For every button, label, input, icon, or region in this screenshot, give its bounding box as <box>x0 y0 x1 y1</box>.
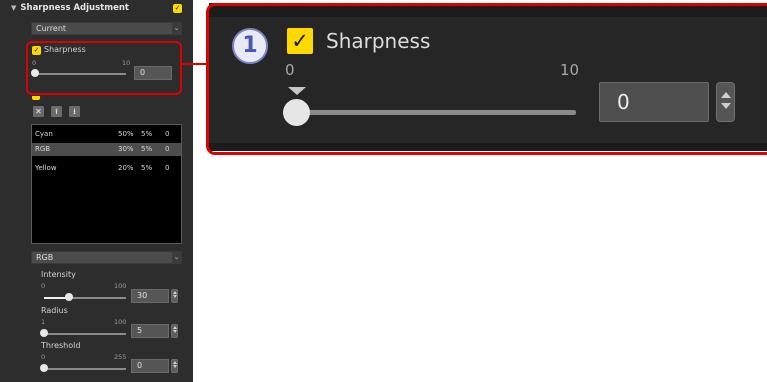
threshold-min-label: 0 <box>41 353 46 361</box>
row-intensity: 20% <box>118 164 134 172</box>
intensity-slider-knob[interactable] <box>65 293 73 301</box>
checkmark-icon: ✓ <box>174 4 181 12</box>
radius-slider-track[interactable] <box>44 333 126 335</box>
threshold-slider-knob[interactable] <box>40 364 48 372</box>
intensity-min-label: 0 <box>41 282 46 290</box>
sharpness-callout-box <box>26 41 182 95</box>
table-row[interactable]: Yellow 20% 5% 0 <box>32 162 181 175</box>
row-color-name: Cyan <box>35 130 53 138</box>
caret-down-icon[interactable] <box>172 330 177 333</box>
collapsed-checkbox[interactable] <box>32 96 40 100</box>
row-intensity: 30% <box>118 145 134 153</box>
move-up-icon[interactable]: ⭱ <box>51 106 62 117</box>
table-row[interactable]: Cyan 50% 5% 0 <box>32 128 181 141</box>
table-row-selected[interactable]: RGB 30% 5% 0 <box>32 143 181 156</box>
row-intensity: 50% <box>118 130 134 138</box>
color-point-table[interactable]: Cyan 50% 5% 0 RGB 30% 5% 0 Yellow 20% 5%… <box>31 124 182 244</box>
channel-dropdown[interactable]: RGB ⌄ <box>31 251 182 264</box>
intensity-max-label: 100 <box>114 282 127 290</box>
threshold-value-field[interactable]: 0 <box>131 359 169 373</box>
row-radius: 5% <box>141 145 153 153</box>
intensity-label: Intensity <box>41 270 76 279</box>
threshold-slider-track[interactable] <box>44 368 126 370</box>
caret-down-icon[interactable] <box>172 365 177 368</box>
threshold-max-label: 255 <box>114 353 127 361</box>
callout-connector <box>182 63 209 65</box>
radius-value-field[interactable]: 5 <box>131 324 169 338</box>
channel-dropdown-value: RGB <box>36 253 54 262</box>
intensity-spinner[interactable] <box>171 289 178 303</box>
caret-up-icon[interactable] <box>172 326 177 329</box>
radius-slider-knob[interactable] <box>40 329 48 337</box>
threshold-spinner[interactable] <box>171 359 178 373</box>
panel-title: Sharpness Adjustment <box>20 3 129 13</box>
panel-enable-checkbox[interactable]: ✓ <box>173 4 182 13</box>
chevron-down-icon[interactable]: ⌄ <box>172 23 181 34</box>
chevron-down-icon[interactable]: ⌄ <box>172 252 181 263</box>
delete-point-icon[interactable]: ✕ <box>33 106 44 117</box>
move-down-icon[interactable]: ⭳ <box>69 106 80 117</box>
intensity-value-field[interactable]: 30 <box>131 289 169 303</box>
triangle-down-icon[interactable]: ▼ <box>11 4 16 12</box>
row-threshold: 0 <box>165 130 170 138</box>
row-color-name: RGB <box>35 145 51 153</box>
caret-up-icon[interactable] <box>172 291 177 294</box>
row-radius: 5% <box>141 130 153 138</box>
zoom-callout-box <box>206 3 767 155</box>
caret-down-icon[interactable] <box>172 295 177 298</box>
row-threshold: 0 <box>165 164 170 172</box>
radius-label: Radius <box>41 306 68 315</box>
radius-max-label: 100 <box>114 318 127 326</box>
preset-dropdown[interactable]: Current ⌄ <box>31 22 182 35</box>
radius-spinner[interactable] <box>171 324 178 338</box>
radius-min-label: 1 <box>41 318 46 326</box>
panel-header[interactable]: ▼ Sharpness Adjustment <box>11 3 191 17</box>
threshold-label: Threshold <box>41 341 81 350</box>
row-color-name: Yellow <box>35 164 57 172</box>
preset-dropdown-value: Current <box>36 24 67 33</box>
caret-up-icon[interactable] <box>172 361 177 364</box>
row-radius: 5% <box>141 164 153 172</box>
row-threshold: 0 <box>165 145 170 153</box>
